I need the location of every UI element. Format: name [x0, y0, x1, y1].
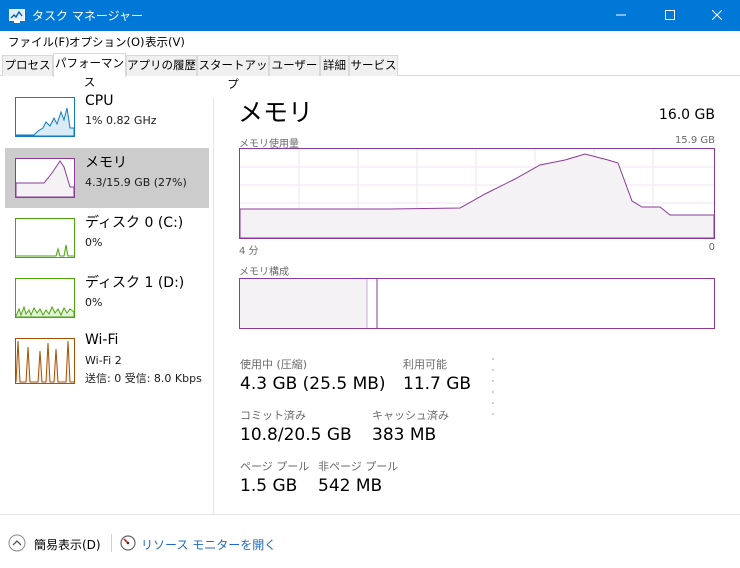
footer-divider — [0, 514, 740, 515]
sidebar-disk0-name: ディスク 0 (C:) — [85, 215, 184, 231]
sidebar-item-wifi[interactable]: Wi-Fi Wi-Fi 2 送信: 0 受信: 8.0 Kbps — [5, 328, 209, 390]
paged-pool-value: 1.5 GB — [240, 476, 298, 496]
sidebar-memory-usage: 4.3/15.9 GB (27%) — [85, 176, 187, 189]
composition-label: メモリ構成 — [239, 267, 289, 278]
committed-label: コミット済み — [240, 409, 306, 422]
sidebar-cpu-usage: 1% 0.82 GHz — [85, 114, 157, 127]
tab-processes[interactable]: プロセス — [2, 55, 53, 76]
menu-view[interactable]: 表示(V) — [145, 34, 185, 50]
minimize-button[interactable] — [598, 0, 644, 31]
page-title: メモリ — [238, 98, 314, 127]
close-button[interactable] — [694, 0, 740, 31]
memory-composition-bar — [239, 278, 715, 329]
sidebar-disk1-usage: 0% — [85, 296, 103, 309]
window-title: タスク マネージャー — [32, 9, 143, 23]
sidebar-memory-name: メモリ — [85, 155, 127, 171]
sidebar-wifi-name: Wi-Fi — [85, 332, 119, 348]
wifi-thumbnail-graph — [15, 338, 75, 384]
fewer-details-button[interactable]: 簡易表示(D) — [34, 536, 101, 553]
footer-separator — [111, 534, 112, 552]
memory-thumbnail-graph — [15, 158, 75, 198]
time-axis-left: 4 分 — [239, 246, 259, 257]
nonpaged-pool-label: 非ページ プール — [318, 460, 399, 473]
fewer-details-chevron-icon[interactable] — [8, 534, 26, 552]
disk0-thumbnail-graph — [15, 218, 75, 258]
disk1-thumbnail-graph — [15, 278, 75, 318]
tab-app-history[interactable]: アプリの履歴 — [126, 55, 197, 76]
tab-users[interactable]: ユーザー — [269, 55, 320, 76]
maximize-icon — [665, 10, 675, 20]
resource-sidebar: CPU 1% 0.82 GHz メモリ 4.3/15.9 GB (27%) ディ… — [0, 77, 214, 514]
time-axis-right: 0 — [708, 242, 715, 253]
menu-bar: ファイル(F) オプション(O) 表示(V) — [0, 31, 740, 52]
sidebar-item-disk0[interactable]: ディスク 0 (C:) 0% — [5, 208, 209, 268]
sidebar-divider — [213, 97, 214, 514]
sidebar-disk0-usage: 0% — [85, 236, 103, 249]
committed-value: 10.8/20.5 GB — [240, 425, 352, 445]
tab-strip: プロセス パフォーマンス アプリの履歴 スタートアップ ユーザー 詳細 サービス — [0, 52, 740, 91]
sidebar-disk1-name: ディスク 1 (D:) — [85, 275, 185, 291]
tab-performance[interactable]: パフォーマンス — [53, 53, 126, 89]
tab-startup[interactable]: スタートアップ — [197, 55, 269, 91]
sidebar-item-cpu[interactable]: CPU 1% 0.82 GHz — [5, 89, 209, 149]
usage-graph-max: 15.9 GB — [674, 135, 715, 146]
title-bar: タスク マネージャー — [0, 0, 740, 31]
cached-value: 383 MB — [372, 425, 437, 445]
available-label: 利用可能 — [403, 358, 447, 371]
in-use-label: 使用中 (圧縮) — [240, 358, 308, 371]
sidebar-item-memory[interactable]: メモリ 4.3/15.9 GB (27%) — [5, 148, 209, 208]
open-resource-monitor-link[interactable]: リソース モニターを開く — [141, 536, 276, 553]
memory-total: 16.0 GB — [658, 107, 715, 123]
minimize-icon — [616, 14, 626, 16]
close-icon — [712, 10, 722, 20]
memory-usage-graph — [239, 148, 715, 239]
tab-services[interactable]: サービス — [349, 55, 398, 76]
cpu-thumbnail-graph — [15, 97, 75, 137]
sidebar-wifi-adapter: Wi-Fi 2 — [85, 354, 122, 367]
menu-file[interactable]: ファイル(F) — [8, 34, 70, 50]
sidebar-wifi-throughput: 送信: 0 受信: 8.0 Kbps — [85, 372, 202, 385]
stats-separator — [492, 358, 494, 424]
nonpaged-pool-value: 542 MB — [318, 476, 383, 496]
in-use-value: 4.3 GB (25.5 MB) — [240, 374, 386, 394]
available-value: 11.7 GB — [403, 374, 472, 394]
tab-details[interactable]: 詳細 — [320, 55, 349, 76]
task-manager-icon — [9, 8, 25, 23]
sidebar-cpu-name: CPU — [85, 93, 114, 109]
resource-monitor-icon — [120, 535, 136, 555]
maximize-button[interactable] — [647, 0, 693, 31]
cached-label: キャッシュ済み — [372, 409, 449, 422]
paged-pool-label: ページ プール — [240, 460, 310, 473]
menu-options[interactable]: オプション(O) — [69, 34, 145, 50]
sidebar-item-disk1[interactable]: ディスク 1 (D:) 0% — [5, 268, 209, 328]
